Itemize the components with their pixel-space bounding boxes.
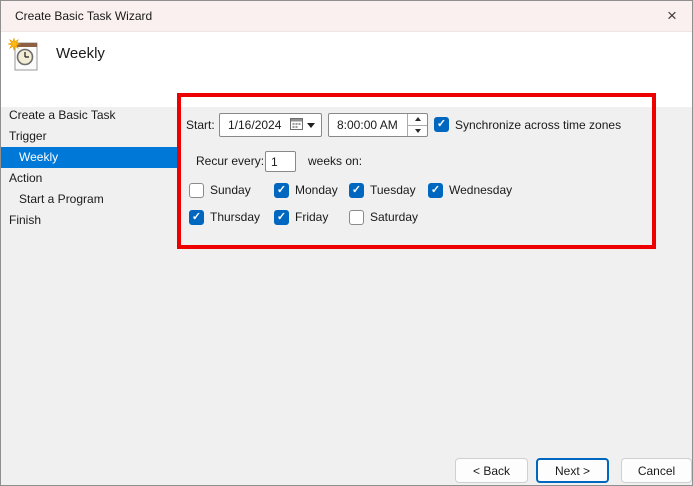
sidebar-item-start-a-program: Start a Program — [1, 189, 177, 210]
sidebar-item-trigger: Trigger — [1, 126, 177, 147]
sidebar-item-create-a-basic-task: Create a Basic Task — [1, 105, 177, 126]
wizard-steps-sidebar: Create a Basic Task Trigger Weekly Actio… — [1, 105, 177, 231]
checkbox-icon[interactable] — [428, 183, 443, 198]
sidebar-item-action: Action — [1, 168, 177, 189]
checkbox-icon[interactable] — [349, 183, 364, 198]
close-icon[interactable]: × — [660, 4, 684, 28]
day-label: Saturday — [370, 210, 418, 225]
day-checkbox-sunday[interactable]: Sunday — [189, 183, 251, 198]
cancel-button[interactable]: Cancel — [621, 458, 692, 483]
create-basic-task-wizard-window: Create Basic Task Wizard × Weekly Create… — [0, 0, 693, 486]
start-time-value: 8:00:00 AM — [337, 118, 398, 132]
sidebar-item-finish: Finish — [1, 210, 177, 231]
spin-down-button[interactable] — [408, 126, 427, 137]
checkbox-icon[interactable] — [274, 210, 289, 225]
day-label: Tuesday — [370, 183, 416, 198]
day-checkbox-tuesday[interactable]: Tuesday — [349, 183, 416, 198]
synchronize-timezones-checkbox[interactable] — [434, 117, 449, 132]
arrow-up-icon — [415, 117, 421, 121]
synchronize-timezones-label: Synchronize across time zones — [455, 113, 621, 137]
day-label: Friday — [295, 210, 328, 225]
day-label: Monday — [295, 183, 338, 198]
calendar-icon — [290, 117, 303, 133]
next-button[interactable]: Next > — [536, 458, 609, 483]
day-checkbox-friday[interactable]: Friday — [274, 210, 328, 225]
time-spin-controls — [407, 114, 427, 136]
day-checkbox-saturday[interactable]: Saturday — [349, 210, 418, 225]
calendar-dropdown[interactable] — [290, 117, 321, 133]
checkbox-icon[interactable] — [349, 210, 364, 225]
start-date-value: 1/16/2024 — [228, 118, 290, 132]
recur-weeks-input[interactable] — [265, 151, 296, 172]
weeks-on-label: weeks on: — [308, 149, 362, 173]
wizard-header: Weekly — [1, 32, 692, 107]
day-label: Wednesday — [449, 183, 512, 198]
back-button[interactable]: < Back — [455, 458, 528, 483]
day-label: Thursday — [210, 210, 260, 225]
checkbox-icon[interactable] — [189, 183, 204, 198]
start-time-spinner[interactable]: 8:00:00 AM — [328, 113, 428, 137]
titlebar: Create Basic Task Wizard × — [1, 1, 692, 32]
checkbox-icon[interactable] — [189, 210, 204, 225]
start-label: Start: — [186, 113, 215, 137]
day-checkbox-monday[interactable]: Monday — [274, 183, 338, 198]
scheduled-task-icon — [8, 37, 40, 76]
chevron-down-icon — [307, 123, 315, 128]
day-label: Sunday — [210, 183, 251, 198]
start-date-picker[interactable]: 1/16/2024 — [219, 113, 322, 137]
sidebar-item-weekly: Weekly — [1, 147, 177, 168]
recur-every-label: Recur every: — [196, 149, 264, 173]
day-checkbox-wednesday[interactable]: Wednesday — [428, 183, 512, 198]
checkbox-icon[interactable] — [274, 183, 289, 198]
window-title: Create Basic Task Wizard — [15, 1, 152, 31]
spin-up-button[interactable] — [408, 114, 427, 126]
arrow-down-icon — [415, 129, 421, 133]
day-checkbox-thursday[interactable]: Thursday — [189, 210, 260, 225]
page-title: Weekly — [56, 45, 105, 62]
